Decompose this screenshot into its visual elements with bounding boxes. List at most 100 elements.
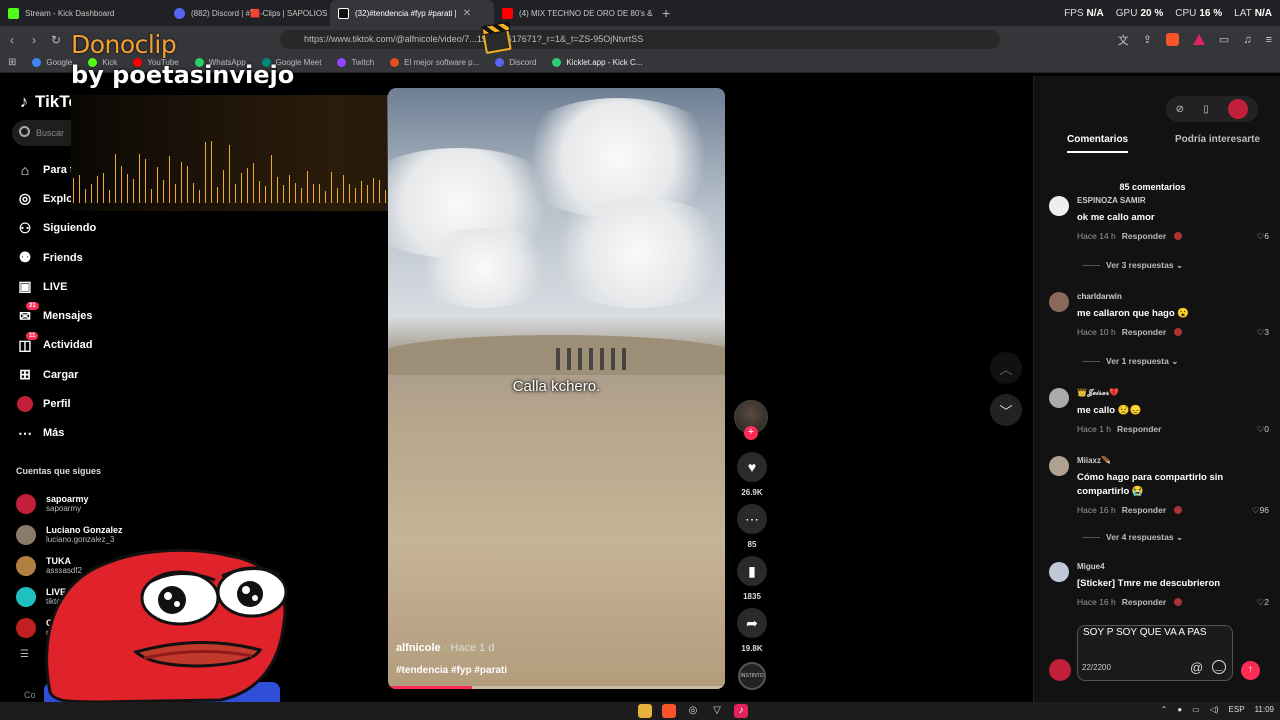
clock[interactable]: 11:09 bbox=[1255, 705, 1274, 714]
comment-input-value[interactable]: SOY P SOY QUE VA A PAS bbox=[1083, 627, 1207, 638]
new-tab-button[interactable]: + bbox=[654, 5, 678, 21]
tiktok-app-icon[interactable]: ♪ bbox=[734, 704, 748, 718]
view-replies-button[interactable]: Ver 1 respuesta ⌄ bbox=[1082, 356, 1178, 367]
compass-icon: ◎ bbox=[18, 190, 32, 207]
video-progress[interactable] bbox=[388, 686, 725, 689]
browser-tab[interactable]: (4) MIX TECHNO DE ORO DE 80's & bbox=[494, 0, 654, 26]
music-disc[interactable]: INSTINTO bbox=[738, 662, 766, 690]
previous-video-button[interactable]: ︿ bbox=[990, 352, 1022, 384]
browser-tab[interactable]: (882) Discord | #🟥-Clips | SAPOLIOS bbox=[166, 0, 330, 26]
sidebar-item-actividad[interactable]: ◫ 11 Actividad bbox=[16, 331, 96, 360]
sidebar-item-siguiendo[interactable]: ⚇ Siguiendo bbox=[16, 214, 96, 243]
apps-icon[interactable]: ⊞ bbox=[0, 57, 24, 68]
mic-icon[interactable]: ● bbox=[1177, 705, 1182, 714]
tiktok-note-icon: ♪ bbox=[19, 92, 29, 111]
comment-user[interactable]: Miiaxz🪶 bbox=[1077, 456, 1269, 465]
media-icon[interactable]: ♫ bbox=[1243, 34, 1251, 46]
tab-podria-interesarte[interactable]: Podría interesarte bbox=[1175, 134, 1260, 145]
volume-icon[interactable]: ◁) bbox=[1210, 705, 1219, 714]
sidebar-toggle-icon[interactable]: ▭ bbox=[1219, 33, 1229, 46]
reload-icon[interactable]: ↻ bbox=[46, 33, 66, 47]
comment-meta: Hace 16 h Responder ♡96 bbox=[1077, 505, 1269, 516]
comment-user[interactable]: charldarwin bbox=[1077, 292, 1269, 301]
comment-button[interactable]: ⋯ 85 bbox=[734, 504, 770, 549]
avatar[interactable] bbox=[1049, 196, 1069, 216]
avatar[interactable] bbox=[1049, 292, 1069, 312]
bookmark[interactable]: Twitch bbox=[329, 58, 382, 67]
comment-user[interactable]: 👑𝓙𝓮𝓲𝓼𝓮𝓻💔 bbox=[1077, 388, 1269, 398]
brave-shield-icon[interactable] bbox=[1165, 33, 1179, 46]
phone-icon[interactable]: ▯ bbox=[1203, 104, 1209, 115]
brave-icon[interactable] bbox=[662, 704, 676, 718]
metric-fps: FPS N/A bbox=[1064, 7, 1104, 19]
profile-icon bbox=[16, 395, 34, 413]
kicklet-icon bbox=[552, 58, 562, 67]
avatar[interactable] bbox=[1049, 456, 1069, 476]
save-button[interactable]: ▮ 1835 bbox=[734, 556, 770, 601]
bookmark[interactable]: Kicklet.app - Kick C... bbox=[544, 58, 650, 67]
sidebar-item-perfil[interactable]: Perfil bbox=[16, 389, 96, 418]
like-button[interactable]: ♥ 26.9K bbox=[734, 452, 770, 497]
close-tab-icon[interactable]: ✕ bbox=[463, 8, 471, 19]
sidebar-item-mas[interactable]: ⋯ Más bbox=[16, 419, 96, 448]
network-icon[interactable]: ▭ bbox=[1192, 705, 1200, 714]
list-icon[interactable]: ☰ bbox=[20, 649, 29, 660]
translate-icon[interactable]: 文 bbox=[1118, 32, 1129, 48]
comment-user[interactable]: ESPINOZA SAMIR bbox=[1077, 196, 1269, 205]
sidebar-item-live[interactable]: ▣ LIVE bbox=[16, 272, 96, 301]
avatar[interactable] bbox=[1049, 562, 1069, 582]
comment-like-button[interactable]: ♡96 bbox=[1252, 505, 1269, 516]
following-account[interactable]: sapoarmy sapoarmy bbox=[16, 488, 123, 519]
reply-button[interactable]: Responder bbox=[1117, 424, 1161, 434]
bookmark[interactable]: Discord bbox=[487, 58, 544, 67]
forward-icon[interactable]: › bbox=[24, 33, 44, 47]
browser-tab[interactable]: Stream - Kick Dashboard bbox=[0, 0, 166, 26]
visualizer-bar bbox=[151, 189, 152, 203]
stream-icon[interactable]: ▽ bbox=[710, 704, 724, 718]
view-replies-button[interactable]: Ver 4 respuestas ⌄ bbox=[1082, 532, 1183, 543]
bookmark[interactable]: El mejor software p... bbox=[382, 58, 487, 67]
next-video-button[interactable]: ﹀ bbox=[990, 394, 1022, 426]
reply-button[interactable]: Responder bbox=[1122, 505, 1166, 515]
sidebar-item-friends[interactable]: ⚉ Friends bbox=[16, 243, 96, 272]
visualizer-bar bbox=[235, 184, 236, 203]
view-replies-button[interactable]: Ver 3 respuestas ⌄ bbox=[1082, 260, 1183, 271]
language-indicator[interactable]: ESP bbox=[1229, 705, 1245, 714]
emoji-icon[interactable]: ‿ bbox=[1212, 660, 1226, 674]
avatar[interactable] bbox=[1049, 388, 1069, 408]
send-button[interactable]: ↑ bbox=[1241, 661, 1260, 680]
tray-chevron-icon[interactable]: ⌃ bbox=[1161, 705, 1168, 714]
rewards-icon[interactable] bbox=[1192, 34, 1205, 45]
back-icon[interactable]: ‹ bbox=[2, 33, 22, 47]
folder-icon[interactable] bbox=[638, 704, 652, 718]
video-hashtags[interactable]: #tendencia #fyp #parati bbox=[396, 665, 507, 676]
reply-button[interactable]: Responder bbox=[1122, 327, 1166, 337]
obs-icon[interactable]: ◎ bbox=[686, 704, 700, 718]
share-button[interactable]: ➦ 19.8K bbox=[734, 608, 770, 653]
visualizer-bar bbox=[241, 173, 242, 203]
comment-input[interactable]: SOY P SOY QUE VA A PAS 22/2200 @ ‿ bbox=[1077, 625, 1233, 681]
visualizer-bar bbox=[301, 188, 302, 203]
sidebar-item-mensajes[interactable]: ✉ 21 Mensajes bbox=[16, 301, 96, 330]
comment-icon: ⋯ bbox=[737, 504, 767, 534]
comment-like-button[interactable]: ♡6 bbox=[1257, 231, 1269, 242]
share-icon[interactable]: ⇪ bbox=[1143, 33, 1152, 46]
visualizer-bar bbox=[193, 183, 194, 203]
sidebar-item-cargar[interactable]: ⊞ Cargar bbox=[16, 360, 96, 389]
mention-icon[interactable]: @ bbox=[1190, 660, 1203, 675]
follow-plus-icon[interactable]: + bbox=[744, 426, 758, 440]
comment-like-button[interactable]: ♡3 bbox=[1257, 327, 1269, 338]
menu-icon[interactable]: ≡ bbox=[1266, 34, 1272, 46]
video-player[interactable]: Calla kchero. alfnicole · Hace 1 d #tend… bbox=[388, 88, 725, 689]
comment-like-button[interactable]: ♡2 bbox=[1257, 597, 1269, 608]
reply-button[interactable]: Responder bbox=[1122, 231, 1166, 241]
tab-comentarios[interactable]: Comentarios bbox=[1067, 134, 1129, 153]
browser-tab-active[interactable]: (32)#tendencia #fyp #parati | ✕ bbox=[330, 0, 494, 26]
comment-like-button[interactable]: ♡0 bbox=[1257, 424, 1269, 435]
video-author[interactable]: alfnicole · Hace 1 d bbox=[396, 642, 494, 654]
address-bar[interactable]: https://www.tiktok.com/@alfnicole/video/… bbox=[280, 30, 1000, 49]
comment-user[interactable]: Migue4 bbox=[1077, 562, 1269, 571]
avatar[interactable] bbox=[1228, 99, 1249, 119]
reply-button[interactable]: Responder bbox=[1122, 597, 1166, 607]
compass-icon[interactable]: ⊘ bbox=[1176, 104, 1184, 115]
